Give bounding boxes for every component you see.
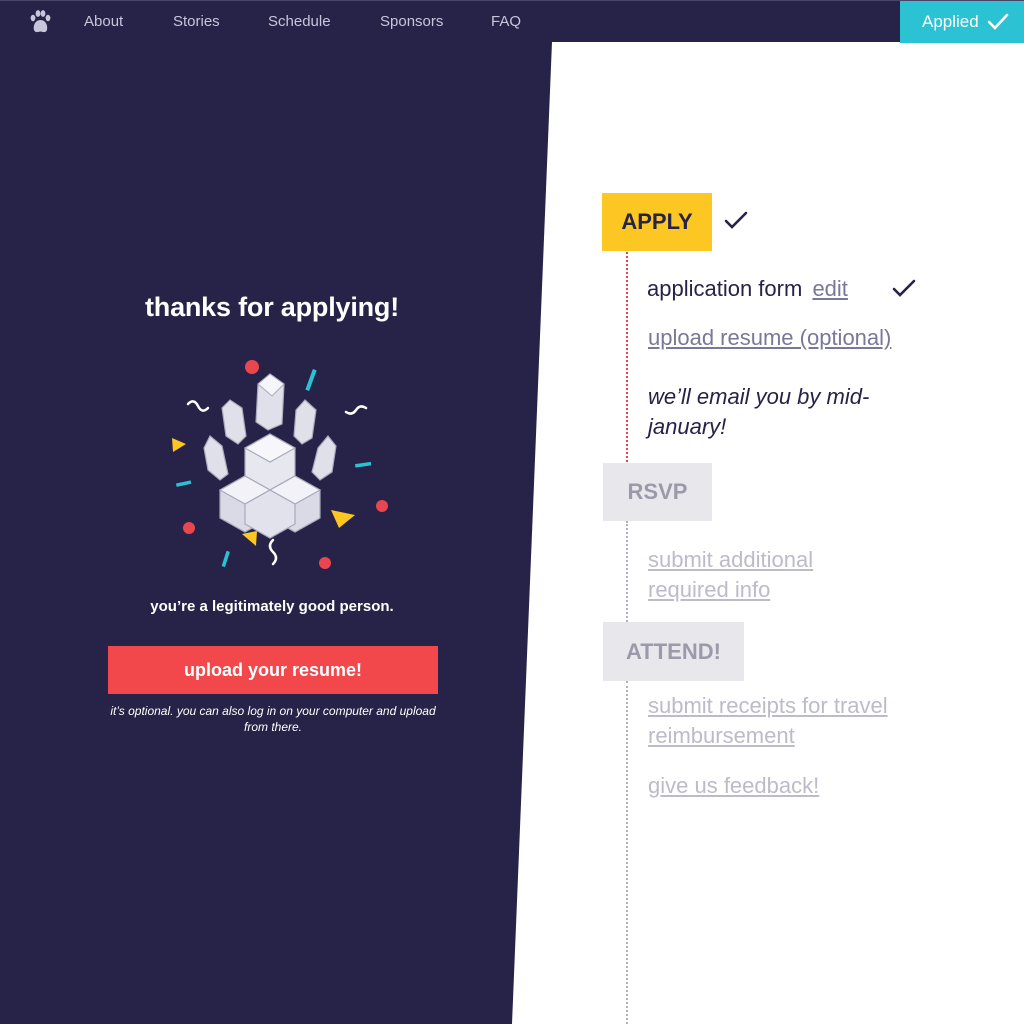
travel-receipts-link[interactable]: submit receipts for travel reimbursement <box>648 691 948 751</box>
paw-icon[interactable] <box>28 9 52 35</box>
application-form-label: application form <box>647 276 803 301</box>
feedback-link[interactable]: give us feedback! <box>648 771 819 801</box>
stage-attend: ATTEND! <box>603 622 744 681</box>
rsvp-progress-line <box>626 521 628 622</box>
good-person-text: you’re a legitimately good person. <box>150 598 394 615</box>
nav-stories[interactable]: Stories <box>173 13 220 30</box>
check-icon <box>987 13 1009 30</box>
nav-faq[interactable]: FAQ <box>491 13 521 30</box>
upload-resume-button[interactable]: upload your resume! <box>108 646 438 694</box>
edit-application-link[interactable]: edit <box>812 276 847 301</box>
applied-label: Applied <box>922 12 979 31</box>
nav-about[interactable]: About <box>84 13 123 30</box>
apply-progress-line <box>626 252 628 462</box>
attend-progress-line <box>626 681 628 1024</box>
thanks-heading: thanks for applying! <box>144 292 400 322</box>
applied-button[interactable]: Applied <box>900 1 1024 43</box>
stage-apply: APPLY <box>602 193 712 251</box>
upload-resume-link[interactable]: upload resume (optional) <box>648 323 891 353</box>
stage-rsvp: RSVP <box>603 463 712 521</box>
submit-info-link[interactable]: submit additional required info <box>648 545 878 605</box>
crystal-paw-illustration <box>172 360 388 569</box>
email-notice: we’ll email you by mid-january! <box>648 384 870 439</box>
apply-check-icon <box>724 211 748 229</box>
application-check-icon <box>892 279 916 297</box>
nav-schedule[interactable]: Schedule <box>268 13 331 30</box>
top-nav: About Stories Schedule Sponsors FAQ Appl… <box>0 0 1024 43</box>
optional-note: it’s optional. you can also log in on yo… <box>110 704 436 734</box>
nav-sponsors[interactable]: Sponsors <box>380 13 443 30</box>
application-form-item: application form edit <box>647 274 848 304</box>
